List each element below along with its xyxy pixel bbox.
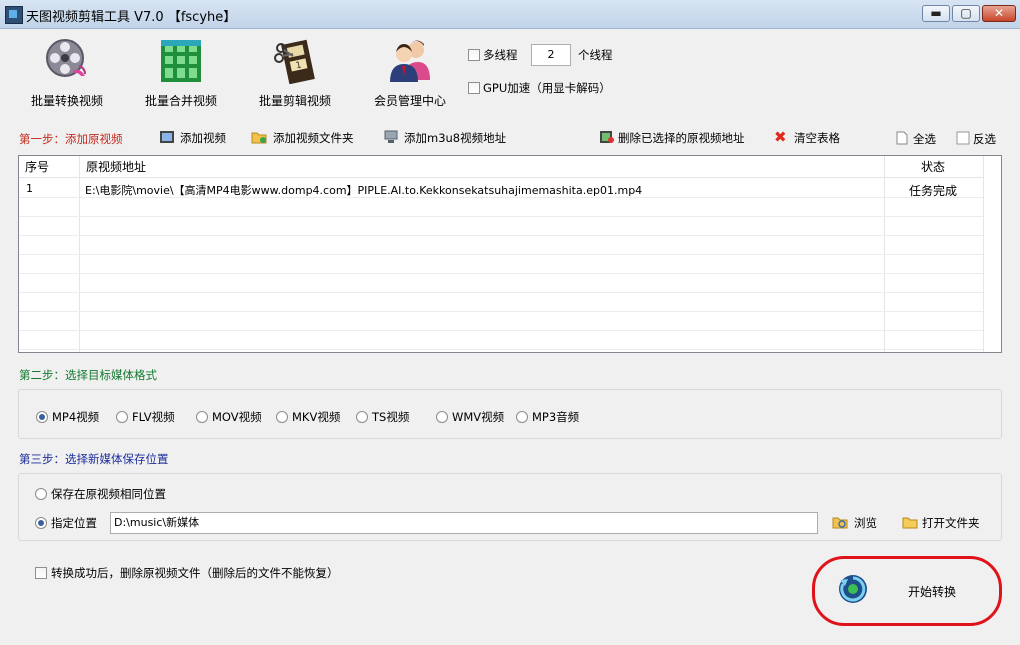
add-m3u8-label: 添加m3u8视频地址 bbox=[404, 131, 507, 145]
table-scrollbar[interactable] bbox=[983, 156, 1001, 352]
video-file-table[interactable]: 序号 原视频地址 状态 1 E:\电影院\movie\【高清MP4电影www.d… bbox=[18, 155, 1002, 353]
format-label-wmv: WMV视频 bbox=[452, 410, 505, 424]
network-icon bbox=[384, 130, 398, 143]
batch-merge-button[interactable]: 批量合并视频 bbox=[131, 36, 231, 112]
format-label-mp4: MP4视频 bbox=[52, 410, 100, 424]
format-radio-mkv[interactable] bbox=[276, 411, 288, 423]
multithread-checkbox[interactable] bbox=[468, 49, 480, 61]
format-panel: MP4视频 FLV视频 MOV视频 MKV视频 TS视频 WMV视频 MP3音频 bbox=[18, 389, 1002, 439]
same-location-label: 保存在原视频相同位置 bbox=[51, 487, 166, 501]
gpu-label: GPU加速（用显卡解码） bbox=[483, 81, 611, 95]
maximize-icon: ▢ bbox=[960, 6, 972, 20]
clear-table-label: 清空表格 bbox=[794, 131, 840, 145]
delete-selected-label: 删除已选择的原视频地址 bbox=[618, 131, 745, 145]
multithread-label: 多线程 bbox=[483, 48, 518, 62]
step2-title: 第二步：选择目标媒体格式 bbox=[19, 368, 157, 382]
member-center-label: 会员管理中心 bbox=[373, 94, 446, 108]
folder-add-icon bbox=[251, 132, 267, 144]
app-icon bbox=[5, 6, 23, 24]
maximize-button[interactable]: ▢ bbox=[952, 5, 980, 22]
select-all-label: 全选 bbox=[913, 132, 936, 146]
add-video-label: 添加视频 bbox=[180, 131, 226, 145]
format-radio-flv[interactable] bbox=[116, 411, 128, 423]
same-location-radio[interactable] bbox=[35, 488, 47, 500]
delete-after-checkbox[interactable] bbox=[35, 567, 47, 579]
row-1-status[interactable]: 任务完成 bbox=[909, 182, 957, 199]
format-label-mkv: MKV视频 bbox=[292, 410, 341, 424]
custom-location-label: 指定位置 bbox=[51, 516, 97, 530]
users-icon bbox=[390, 40, 430, 82]
folder-search-icon bbox=[832, 517, 848, 529]
member-center-button[interactable]: 会员管理中心 bbox=[360, 36, 460, 112]
custom-location-radio[interactable] bbox=[35, 517, 47, 529]
format-label-ts: TS视频 bbox=[372, 410, 410, 424]
save-path-input[interactable]: D:\music\新媒体 bbox=[110, 512, 818, 534]
start-convert-label: 开始转换 bbox=[908, 585, 957, 599]
thread-unit-label: 个线程 bbox=[578, 48, 613, 62]
close-icon: ✕ bbox=[993, 6, 1005, 20]
gpu-checkbox[interactable] bbox=[468, 82, 480, 94]
merge-blocks-icon bbox=[161, 40, 201, 82]
header-status[interactable]: 状态 bbox=[885, 156, 985, 178]
film-strip-scissors-icon: 1 bbox=[274, 39, 315, 84]
window-title: 天图视频剪辑工具 V7.0 【fscyhe】 bbox=[26, 10, 237, 25]
header-index[interactable]: 序号 bbox=[19, 156, 80, 178]
refresh-icon bbox=[839, 575, 867, 603]
blank-document-icon bbox=[956, 131, 970, 145]
step3-title: 第三步：选择新媒体保存位置 bbox=[19, 452, 169, 466]
step1-title: 第一步：添加原视频 bbox=[19, 132, 123, 146]
format-label-flv: FLV视频 bbox=[132, 410, 175, 424]
document-icon bbox=[896, 131, 908, 145]
folder-open-icon bbox=[902, 517, 918, 529]
row-1-index[interactable]: 1 bbox=[26, 182, 33, 195]
x-icon: ✖ bbox=[774, 128, 787, 146]
browse-label: 浏览 bbox=[854, 516, 877, 530]
open-folder-label: 打开文件夹 bbox=[922, 516, 980, 530]
title-bar[interactable]: 天图视频剪辑工具 V7.0 【fscyhe】 ▬ ▢ ✕ bbox=[0, 0, 1020, 29]
format-radio-ts[interactable] bbox=[356, 411, 368, 423]
film-add-icon bbox=[160, 131, 174, 143]
format-label-mov: MOV视频 bbox=[212, 410, 262, 424]
batch-cut-button[interactable]: 1 批量剪辑视频 bbox=[245, 36, 345, 112]
delete-after-label: 转换成功后，删除原视频文件（删除后的文件不能恢复） bbox=[51, 566, 339, 580]
format-radio-mp4[interactable] bbox=[36, 411, 48, 423]
batch-cut-label: 批量剪辑视频 bbox=[258, 94, 331, 108]
batch-convert-button[interactable]: 批量转换视频 bbox=[17, 36, 117, 112]
header-path[interactable]: 原视频地址 bbox=[80, 156, 885, 178]
invert-select-label: 反选 bbox=[973, 132, 996, 146]
format-label-mp3: MP3音频 bbox=[532, 410, 580, 424]
batch-convert-label: 批量转换视频 bbox=[30, 94, 103, 108]
film-delete-icon bbox=[600, 131, 614, 143]
minimize-icon: ▬ bbox=[930, 6, 942, 20]
film-reel-icon bbox=[46, 39, 86, 77]
format-radio-mov[interactable] bbox=[196, 411, 208, 423]
row-1-path[interactable]: E:\电影院\movie\【高清MP4电影www.domp4.com】PIPLE… bbox=[85, 182, 642, 198]
minimize-button[interactable]: ▬ bbox=[922, 5, 950, 22]
start-convert-button[interactable]: 开始转换 bbox=[812, 556, 1002, 626]
format-radio-mp3[interactable] bbox=[516, 411, 528, 423]
add-folder-label: 添加视频文件夹 bbox=[273, 131, 354, 145]
format-radio-wmv[interactable] bbox=[436, 411, 448, 423]
batch-merge-label: 批量合并视频 bbox=[144, 94, 217, 108]
thread-count-input[interactable]: 2 bbox=[531, 44, 571, 66]
close-button[interactable]: ✕ bbox=[982, 5, 1016, 22]
